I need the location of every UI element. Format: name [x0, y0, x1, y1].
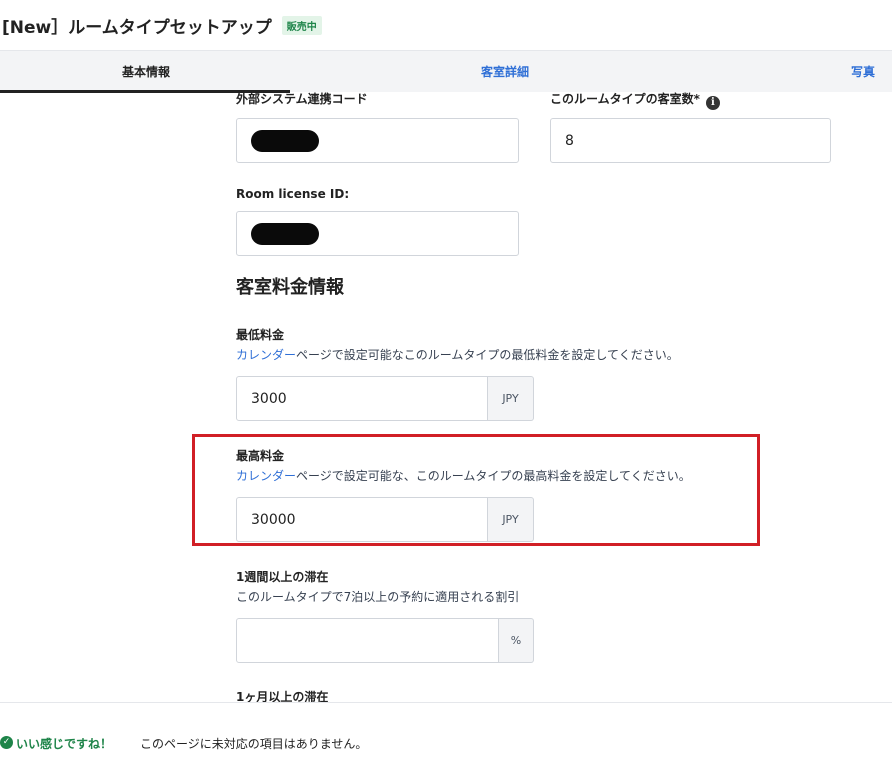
room-count-label-text: このルームタイプの客室数* [550, 92, 700, 106]
status-message: このページに未対応の項目はありません。 [140, 737, 368, 751]
license-id-input[interactable] [236, 211, 519, 256]
tab-bar: 基本情報 客室詳細 写真 [0, 50, 892, 93]
external-code-label: 外部システム連携コード [236, 92, 368, 106]
min-rate-label: 最低料金 [236, 328, 285, 342]
tab-basic-info[interactable]: 基本情報 [122, 63, 170, 80]
external-code-input[interactable] [236, 118, 519, 163]
percent-addon: % [499, 618, 534, 663]
info-icon[interactable]: i [705, 96, 720, 110]
max-rate-input[interactable]: 30000 [236, 497, 488, 542]
tab-photos[interactable]: 写真 [851, 63, 875, 80]
currency-addon: JPY [488, 497, 534, 542]
max-rate-help-text: ページで設定可能な、このルームタイプの最高料金を設定してください。 [296, 469, 691, 483]
page-title: [New］ルームタイプセットアップ [2, 17, 272, 38]
license-id-label: Room license ID: [236, 187, 350, 201]
status-footer: ✓ いい感じですね！ このページに未対応の項目はありません。 [0, 702, 892, 768]
min-rate-help: カレンダーページで設定可能なこのルームタイプの最低料金を設定してください。 [236, 346, 679, 363]
weekly-stay-label: 1週間以上の滞在 [236, 570, 329, 584]
calendar-link[interactable]: カレンダー [236, 348, 296, 362]
check-circle-icon: ✓ [0, 736, 13, 749]
tab-room-details[interactable]: 客室詳細 [481, 63, 529, 80]
weekly-discount-input[interactable] [236, 618, 499, 663]
status-badge: 販売中 [281, 15, 322, 35]
monthly-stay-label: 1ヶ月以上の滞在 [236, 690, 329, 702]
room-count-label: このルームタイプの客室数* i [550, 92, 720, 110]
max-rate-label: 最高料金 [236, 449, 285, 463]
max-rate-group: 30000 JPY [236, 497, 534, 542]
main-content: 外部システム連携コード このルームタイプの客室数* i 8 Room licens… [0, 92, 892, 702]
redacted-value [251, 222, 319, 245]
min-rate-group: 3000 JPY [236, 376, 534, 421]
weekly-stay-help: このルームタイプで7泊以上の予約に適用される割引 [236, 590, 520, 604]
min-rate-input[interactable]: 3000 [236, 376, 488, 421]
room-count-input[interactable]: 8 [550, 118, 831, 163]
page-header: [New］ルームタイプセットアップ 販売中 [0, 0, 892, 50]
pricing-section-title: 客室料金情報 [236, 277, 344, 298]
redacted-value [251, 129, 319, 152]
currency-addon: JPY [488, 376, 534, 421]
max-rate-help: カレンダーページで設定可能な、このルームタイプの最高料金を設定してください。 [236, 467, 691, 484]
weekly-stay-group: % [236, 618, 534, 663]
min-rate-help-text: ページで設定可能なこのルームタイプの最低料金を設定してください。 [296, 348, 679, 362]
calendar-link[interactable]: カレンダー [236, 469, 296, 483]
success-text: いい感じですね！ [16, 737, 113, 751]
